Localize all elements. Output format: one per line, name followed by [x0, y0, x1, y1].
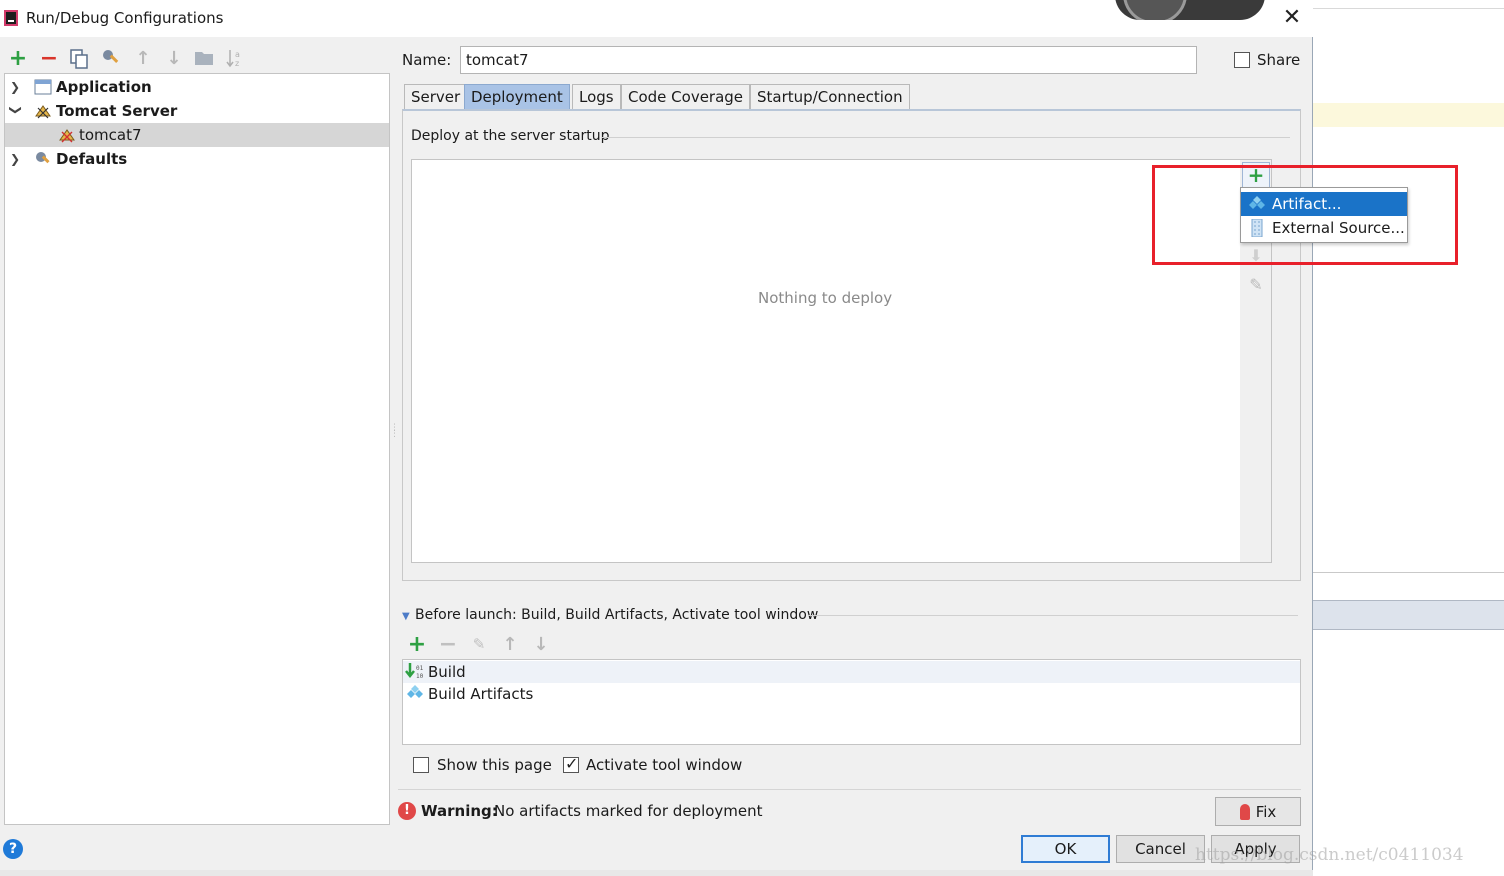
tab-logs[interactable]: Logs: [572, 84, 621, 110]
warning-label: Warning:: [421, 802, 498, 820]
activate-tool-window-checkbox[interactable]: ✓: [563, 754, 579, 773]
svg-text:01: 01: [416, 665, 424, 672]
ok-button[interactable]: OK: [1021, 835, 1110, 863]
chevron-right-icon[interactable]: ❯: [10, 81, 22, 93]
artifact-icon: [407, 685, 423, 698]
remove-task-icon[interactable]: −: [437, 632, 459, 657]
before-launch-list[interactable]: 01 10 Build Build Artifacts: [402, 659, 1301, 745]
move-down-icon[interactable]: ↓: [163, 47, 185, 69]
list-item-label: Build Artifacts: [428, 685, 534, 703]
configuration-tree[interactable]: ❯ Application ❯ Tomcat Server tomcat7 ❯ …: [4, 73, 390, 825]
fix-button[interactable]: Fix: [1215, 797, 1301, 826]
splitter-handle[interactable]: ⋮ ⋮: [390, 424, 399, 443]
remove-icon[interactable]: −: [38, 46, 60, 71]
name-input[interactable]: [460, 46, 1197, 74]
tomcat-config-icon: [59, 129, 75, 143]
section-divider: [808, 615, 1298, 616]
chevron-right-icon[interactable]: ❯: [10, 153, 22, 165]
tomcat-icon: [35, 105, 51, 119]
window-title: Run/Debug Configurations: [26, 9, 224, 27]
tree-item-defaults[interactable]: ❯ Defaults: [5, 147, 389, 171]
show-page-label: Show this page: [437, 756, 552, 774]
warning-icon: !: [398, 802, 416, 820]
add-task-icon[interactable]: +: [406, 632, 428, 657]
list-item-build-artifacts[interactable]: Build Artifacts: [403, 683, 1300, 705]
tree-item-label: Defaults: [56, 150, 128, 168]
tree-item-tomcat-server[interactable]: ❯ Tomcat Server: [5, 99, 389, 123]
tree-item-label: Application: [56, 78, 152, 96]
taskbar-strip: [0, 870, 1313, 876]
bulb-icon: [1239, 803, 1250, 820]
tree-item-tomcat7[interactable]: tomcat7: [5, 123, 389, 147]
list-item-label: Build: [428, 663, 466, 681]
intellij-app-icon: [4, 10, 18, 26]
deploy-section-title: Deploy at the server startup: [411, 128, 610, 144]
fix-button-label: Fix: [1255, 802, 1277, 821]
move-up-icon[interactable]: ↑: [132, 47, 154, 69]
folder-icon[interactable]: [194, 50, 214, 66]
list-item-build[interactable]: 01 10 Build: [403, 661, 1300, 683]
share-label: Share: [1257, 51, 1301, 69]
copy-icon[interactable]: [70, 49, 88, 69]
tab-deployment[interactable]: Deployment: [464, 84, 570, 110]
empty-list-text: Nothing to deploy: [758, 289, 893, 307]
tree-item-label: tomcat7: [79, 126, 142, 144]
chevron-down-icon[interactable]: ❯: [9, 105, 23, 117]
add-icon[interactable]: +: [7, 46, 29, 71]
edit-pencil-icon[interactable]: ✎: [1246, 275, 1266, 295]
activate-tool-window-label: Activate tool window: [586, 756, 743, 774]
move-task-up-icon[interactable]: ↑: [499, 633, 521, 655]
defaults-icon: [36, 152, 50, 164]
cancel-button[interactable]: Cancel: [1116, 835, 1205, 863]
edit-task-icon[interactable]: ✎: [468, 633, 490, 655]
tab-server[interactable]: Server: [404, 84, 468, 110]
divider: [398, 789, 1301, 790]
checkmark-icon: ✓: [565, 754, 579, 773]
deployment-list[interactable]: [411, 159, 1241, 563]
section-divider: [602, 137, 1290, 138]
move-task-down-icon[interactable]: ↓: [530, 633, 552, 655]
annotation-highlight-box: [1152, 165, 1458, 265]
tab-startup-connection[interactable]: Startup/Connection: [750, 84, 910, 110]
edit-defaults-icon[interactable]: [101, 48, 121, 68]
name-label: Name:: [402, 51, 452, 69]
share-checkbox[interactable]: [1234, 52, 1250, 68]
before-launch-title[interactable]: Before launch: Build, Build Artifacts, A…: [415, 607, 818, 623]
sort-icon[interactable]: a z: [226, 48, 244, 68]
overlay-widget: [1115, 0, 1265, 20]
svg-text:10: 10: [416, 673, 424, 680]
collapse-triangle-icon[interactable]: ▼: [402, 611, 410, 622]
background-ide-window: [1313, 0, 1504, 876]
application-icon: [34, 79, 52, 95]
svg-text:a: a: [235, 50, 240, 59]
close-button[interactable]: ✕: [1278, 6, 1306, 30]
svg-text:z: z: [235, 59, 239, 68]
tree-item-label: Tomcat Server: [56, 102, 178, 120]
watermark-text: https://blog.csdn.net/c0411034: [1195, 845, 1464, 865]
build-icon: 01 10: [405, 663, 424, 680]
show-page-checkbox[interactable]: [413, 757, 429, 773]
warning-message: No artifacts marked for deployment: [494, 802, 763, 820]
tab-code-coverage[interactable]: Code Coverage: [621, 84, 751, 110]
help-button[interactable]: ?: [3, 839, 23, 859]
tree-item-application[interactable]: ❯ Application: [5, 75, 389, 99]
